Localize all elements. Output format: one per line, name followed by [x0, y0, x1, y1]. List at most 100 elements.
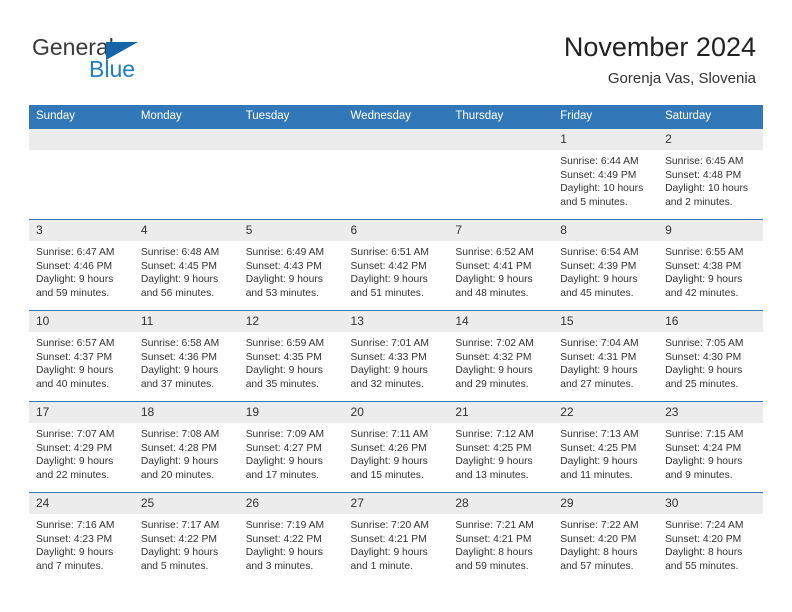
- daylight-text: Daylight: 9 hours and 13 minutes.: [455, 456, 533, 481]
- day-number: [238, 129, 344, 150]
- calendar-day-cell[interactable]: 14 Sunrise: 7:02 AM Sunset: 4:32 PM Dayligh…: [448, 310, 554, 402]
- weekday-header-row: Sunday Monday Tuesday Wednesday Thursday Frid…: [29, 105, 763, 129]
- sunrise-text: Sunrise: 6:48 AM: [140, 247, 220, 258]
- sun-info: Sunrise: 6:54 AM Sunset: 4:39 PM Daylight:…: [553, 241, 658, 300]
- calendar-day-cell[interactable]: 26 Sunrise: 7:19 AM Sunset: 4:22 PM Dayligh…: [238, 492, 344, 583]
- day-number: 11: [133, 311, 239, 332]
- calendar-day-cell[interactable]: 12 Sunrise: 6:59 AM Sunset: 4:35 PM Dayligh…: [238, 310, 344, 402]
- page-title: November 2024: [563, 32, 756, 62]
- general-blue-logo[interactable]: General Blue: [32, 34, 232, 86]
- day-number: 3: [29, 220, 134, 241]
- daylight-text: Daylight: 9 hours and 11 minutes.: [560, 456, 638, 481]
- calendar-day-cell[interactable]: 10 Sunrise: 6:57 AM Sunset: 4:37 PM Dayligh…: [29, 310, 134, 402]
- sun-info: Sunrise: 7:04 AM Sunset: 4:31 PM Daylight:…: [553, 332, 658, 391]
- sunrise-text: Sunrise: 7:17 AM: [140, 520, 220, 531]
- calendar-day-cell[interactable]: 8 Sunrise: 6:54 AM Sunset: 4:39 PM Daylight…: [553, 219, 659, 311]
- sunset-text: Sunset: 4:22 PM: [245, 533, 322, 545]
- day-number: 12: [238, 311, 344, 332]
- page-header: General Blue November 2024 Gorenja Vas, …: [0, 0, 792, 100]
- sunset-text: Sunset: 4:41 PM: [455, 260, 532, 272]
- daylight-text: Daylight: 9 hours and 15 minutes.: [350, 456, 428, 481]
- calendar-day-cell[interactable]: 29 Sunrise: 7:22 AM Sunset: 4:20 PM Dayligh…: [553, 492, 659, 583]
- sunrise-text: Sunrise: 7:12 AM: [455, 429, 534, 440]
- sunrise-text: Sunrise: 6:45 AM: [665, 156, 744, 167]
- daylight-text: Daylight: 9 hours and 37 minutes.: [140, 365, 219, 390]
- daylight-text: Daylight: 9 hours and 32 minutes.: [350, 365, 428, 390]
- sun-info: Sunrise: 7:11 AM Sunset: 4:26 PM Daylight:…: [344, 423, 449, 482]
- daylight-text: Daylight: 9 hours and 1 minute.: [350, 547, 428, 572]
- weekday-header-friday: Friday: [553, 105, 659, 129]
- calendar-day-cell[interactable]: 25 Sunrise: 7:17 AM Sunset: 4:22 PM Dayligh…: [133, 492, 239, 583]
- day-number: 10: [29, 311, 134, 332]
- daylight-text: Daylight: 9 hours and 29 minutes.: [455, 365, 533, 390]
- sun-info: Sunrise: 7:01 AM Sunset: 4:33 PM Daylight:…: [344, 332, 449, 391]
- calendar-day-cell[interactable]: 3 Sunrise: 6:47 AM Sunset: 4:46 PM Daylight…: [29, 219, 134, 311]
- calendar-day-cell[interactable]: 22 Sunrise: 7:13 AM Sunset: 4:25 PM Dayligh…: [553, 401, 659, 493]
- calendar-day-cell[interactable]: 20 Sunrise: 7:11 AM Sunset: 4:26 PM Dayligh…: [343, 401, 449, 493]
- day-number: 7: [448, 220, 554, 241]
- daylight-text: Daylight: 9 hours and 45 minutes.: [560, 274, 638, 299]
- calendar-day-cell[interactable]: 23 Sunrise: 7:15 AM Sunset: 4:24 PM Dayligh…: [658, 401, 763, 493]
- calendar-day-cell[interactable]: 30 Sunrise: 7:24 AM Sunset: 4:20 PM Dayligh…: [658, 492, 763, 583]
- calendar-day-cell[interactable]: 4 Sunrise: 6:48 AM Sunset: 4:45 PM Daylight…: [133, 219, 239, 311]
- calendar-day-cell[interactable]: 17 Sunrise: 7:07 AM Sunset: 4:29 PM Dayligh…: [29, 401, 134, 493]
- sun-info: Sunrise: 6:45 AM Sunset: 4:48 PM Daylight:…: [658, 150, 763, 209]
- daylight-text: Daylight: 10 hours and 5 minutes.: [560, 183, 644, 208]
- sunset-text: Sunset: 4:21 PM: [350, 533, 427, 545]
- calendar-day-cell[interactable]: 13 Sunrise: 7:01 AM Sunset: 4:33 PM Dayligh…: [343, 310, 449, 402]
- sunrise-text: Sunrise: 6:47 AM: [36, 247, 115, 258]
- sun-info: Sunrise: 7:13 AM Sunset: 4:25 PM Daylight:…: [553, 423, 658, 482]
- calendar-day-cell[interactable]: 15 Sunrise: 7:04 AM Sunset: 4:31 PM Dayligh…: [553, 310, 659, 402]
- sun-info: Sunrise: 7:02 AM Sunset: 4:32 PM Daylight:…: [448, 332, 553, 391]
- day-number: 22: [553, 402, 659, 423]
- calendar-grid: Sunday Monday Tuesday Wednesday Thursday Frid…: [29, 105, 763, 583]
- day-number: 25: [133, 493, 239, 514]
- sunrise-text: Sunrise: 6:57 AM: [36, 338, 115, 349]
- calendar-day-cell[interactable]: 16 Sunrise: 7:05 AM Sunset: 4:30 PM Dayligh…: [658, 310, 763, 402]
- calendar-day-cell[interactable]: 2 Sunrise: 6:45 AM Sunset: 4:48 PM Daylight…: [658, 128, 763, 220]
- sun-info: Sunrise: 6:49 AM Sunset: 4:43 PM Daylight:…: [239, 241, 344, 300]
- calendar-day-cell[interactable]: 21 Sunrise: 7:12 AM Sunset: 4:25 PM Dayligh…: [448, 401, 554, 493]
- calendar-day-cell[interactable]: 27 Sunrise: 7:20 AM Sunset: 4:21 PM Dayligh…: [343, 492, 449, 583]
- daylight-text: Daylight: 9 hours and 5 minutes.: [140, 547, 219, 572]
- day-number: 4: [133, 220, 239, 241]
- sunrise-text: Sunrise: 7:07 AM: [36, 429, 115, 440]
- sunrise-text: Sunrise: 7:02 AM: [455, 338, 534, 349]
- calendar-week-row: 3 Sunrise: 6:47 AM Sunset: 4:46 PM Daylight…: [29, 219, 763, 311]
- calendar-day-cell[interactable]: 24 Sunrise: 7:16 AM Sunset: 4:23 PM Dayligh…: [29, 492, 134, 583]
- sunset-text: Sunset: 4:32 PM: [455, 351, 532, 363]
- calendar-day-cell[interactable]: 28 Sunrise: 7:21 AM Sunset: 4:21 PM Dayligh…: [448, 492, 554, 583]
- daylight-text: Daylight: 9 hours and 48 minutes.: [455, 274, 533, 299]
- calendar-page: General Blue November 2024 Gorenja Vas, …: [0, 0, 792, 612]
- sun-info: Sunrise: 6:57 AM Sunset: 4:37 PM Daylight:…: [29, 332, 134, 391]
- sunset-text: Sunset: 4:21 PM: [455, 533, 532, 545]
- calendar-day-cell[interactable]: 18 Sunrise: 7:08 AM Sunset: 4:28 PM Dayligh…: [133, 401, 239, 493]
- sunset-text: Sunset: 4:45 PM: [140, 260, 217, 272]
- day-number: 2: [658, 129, 763, 150]
- calendar-day-cell[interactable]: 7 Sunrise: 6:52 AM Sunset: 4:41 PM Daylight…: [448, 219, 554, 311]
- calendar-week-row: 10 Sunrise: 6:57 AM Sunset: 4:37 PM Dayligh…: [29, 310, 763, 402]
- calendar-day-cell[interactable]: 1 Sunrise: 6:44 AM Sunset: 4:49 PM Daylight…: [553, 128, 659, 220]
- day-number: 14: [448, 311, 554, 332]
- calendar-day-cell[interactable]: 5 Sunrise: 6:49 AM Sunset: 4:43 PM Daylight…: [238, 219, 344, 311]
- sunset-text: Sunset: 4:33 PM: [350, 351, 427, 363]
- sunrise-text: Sunrise: 7:22 AM: [560, 520, 639, 531]
- sun-info: Sunrise: 7:12 AM Sunset: 4:25 PM Daylight:…: [448, 423, 553, 482]
- calendar-day-cell[interactable]: 19 Sunrise: 7:09 AM Sunset: 4:27 PM Dayligh…: [238, 401, 344, 493]
- sunrise-text: Sunrise: 7:01 AM: [350, 338, 429, 349]
- calendar-week-row: 24 Sunrise: 7:16 AM Sunset: 4:23 PM Dayligh…: [29, 492, 763, 583]
- day-number: 23: [658, 402, 763, 423]
- sunrise-text: Sunrise: 7:21 AM: [455, 520, 534, 531]
- calendar-day-cell[interactable]: 9 Sunrise: 6:55 AM Sunset: 4:38 PM Daylight…: [658, 219, 763, 311]
- sunrise-text: Sunrise: 6:44 AM: [560, 156, 639, 167]
- sun-info: Sunrise: 7:24 AM Sunset: 4:20 PM Daylight:…: [658, 514, 763, 573]
- sun-info: Sunrise: 6:48 AM Sunset: 4:45 PM Daylight:…: [134, 241, 239, 300]
- calendar-day-cell[interactable]: 6 Sunrise: 6:51 AM Sunset: 4:42 PM Daylight…: [343, 219, 449, 311]
- calendar-day-cell[interactable]: 11 Sunrise: 6:58 AM Sunset: 4:36 PM Dayligh…: [133, 310, 239, 402]
- sunset-text: Sunset: 4:46 PM: [36, 260, 113, 272]
- sunset-text: Sunset: 4:24 PM: [665, 442, 742, 454]
- calendar-header-row: Sunday Monday Tuesday Wednesday Thursday Frid…: [29, 105, 763, 129]
- calendar-body: 1 Sunrise: 6:44 AM Sunset: 4:49 PM Daylight…: [29, 128, 763, 583]
- sunset-text: Sunset: 4:20 PM: [560, 533, 637, 545]
- day-number: [448, 129, 554, 150]
